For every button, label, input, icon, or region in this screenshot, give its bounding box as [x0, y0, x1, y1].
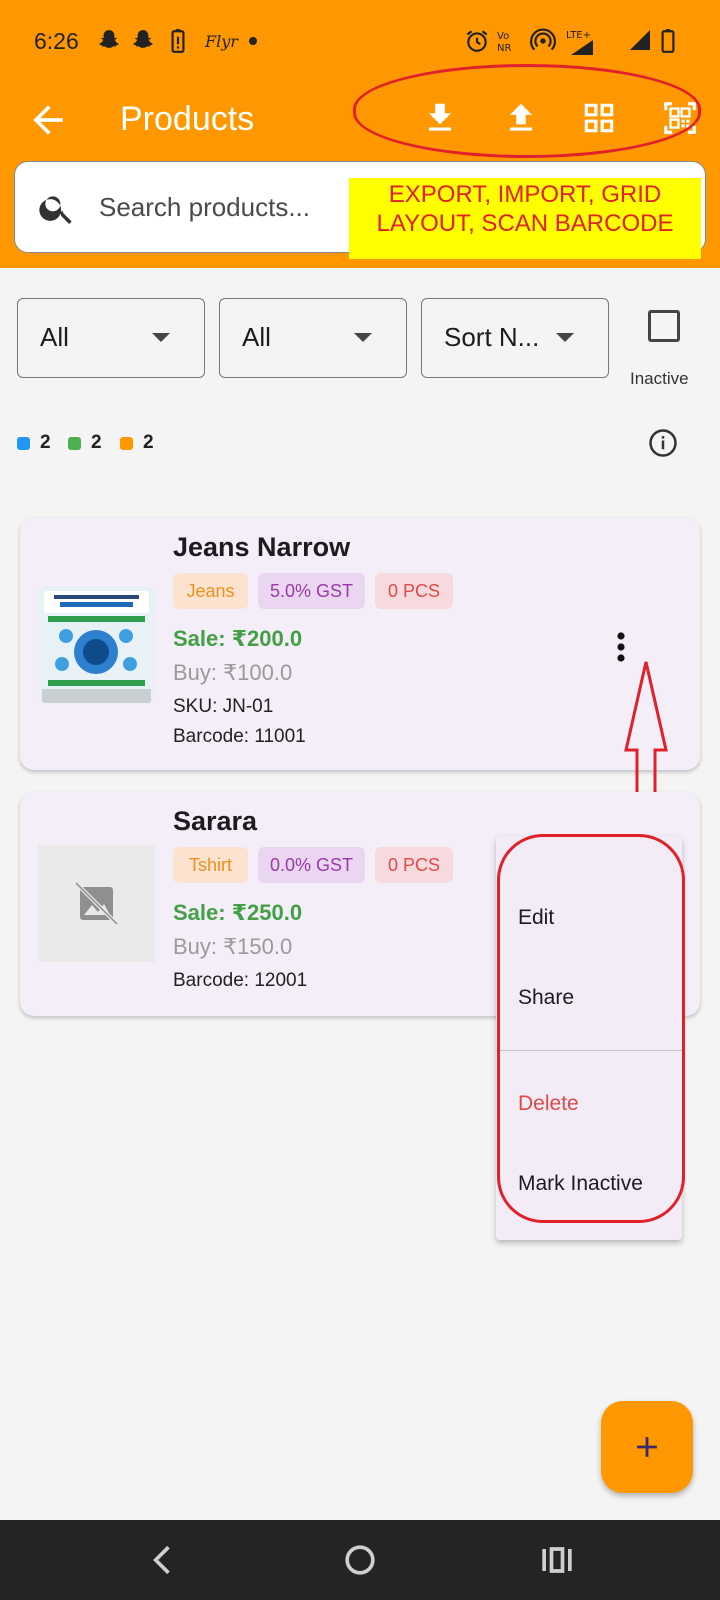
legend-swatch: [17, 436, 30, 450]
product-thumbnail-icon: [38, 586, 155, 703]
arrow-back-icon: [33, 105, 63, 135]
category-chip: Tshirt: [173, 847, 248, 883]
sort-dropdown[interactable]: Sort N...: [421, 298, 609, 378]
barcode-label: Barcode: 11001: [173, 726, 306, 747]
annotation-menu-outline: [497, 834, 685, 1223]
nav-recents-icon: [542, 1547, 572, 1573]
quantity-chip: 0 PCS: [375, 847, 453, 883]
annotation-label: EXPORT, IMPORT, GRID LAYOUT, SCAN BARCOD…: [349, 178, 701, 259]
broken-image-icon: [74, 881, 119, 926]
signal-icon: [630, 30, 650, 50]
product-image: [38, 586, 155, 703]
notification-dot: [249, 37, 257, 45]
legend-swatch: [68, 436, 81, 450]
inactive-label: Inactive: [630, 369, 689, 388]
legend-swatch: [120, 436, 133, 450]
legend-count: 2: [91, 432, 102, 453]
barcode-label: Barcode: 12001: [173, 970, 308, 991]
legend-item-orange: 2: [120, 432, 154, 454]
legend-count: 2: [40, 432, 51, 453]
tax-filter-dropdown[interactable]: All: [219, 298, 407, 378]
nav-home-button[interactable]: [338, 1538, 382, 1582]
gst-chip: 5.0% GST: [258, 573, 365, 609]
search-icon: [39, 196, 72, 224]
product-name: Sarara: [173, 806, 258, 836]
legend-item-blue: 2: [17, 432, 51, 454]
category-filter-value: All: [40, 322, 69, 352]
legend-count: 2: [143, 432, 154, 453]
annotation-toolbar-outline: [353, 64, 701, 158]
system-nav-bar: [0, 1520, 720, 1600]
product-image-placeholder: [38, 845, 155, 962]
dropdown-arrow-icon: [556, 333, 574, 342]
info-icon[interactable]: [648, 428, 678, 458]
tax-filter-value: All: [242, 322, 271, 352]
status-time: 6:26: [34, 28, 79, 54]
hotspot-icon: [530, 28, 556, 51]
battery-saver-icon: [171, 29, 185, 53]
add-icon: [637, 1437, 657, 1457]
gst-chip: 0.0% GST: [258, 847, 365, 883]
search-input[interactable]: [99, 182, 359, 232]
nav-back-button[interactable]: [141, 1538, 185, 1582]
dropdown-arrow-icon: [354, 333, 372, 342]
svg-text:Vo: Vo: [497, 31, 509, 42]
svg-text:LTE+: LTE+: [566, 30, 591, 41]
volte-icon: VoNR: [497, 31, 511, 54]
legend-item-green: 2: [68, 432, 102, 454]
nav-recents-button[interactable]: [535, 1538, 579, 1582]
lte-signal-icon: LTE+: [566, 30, 593, 55]
quantity-chip: 0 PCS: [375, 573, 453, 609]
svg-text:NR: NR: [497, 43, 511, 54]
page-title: Products: [120, 100, 255, 138]
inactive-checkbox[interactable]: [648, 310, 680, 342]
sale-price: Sale: ₹250.0: [173, 900, 303, 925]
product-card[interactable]: Jeans Narrow Jeans 5.0% GST 0 PCS Sale: …: [20, 518, 700, 770]
dropdown-arrow-icon: [152, 333, 170, 342]
category-chip: Jeans: [173, 573, 248, 609]
sale-price: Sale: ₹200.0: [173, 626, 303, 651]
product-name: Jeans Narrow: [173, 532, 351, 562]
buy-price: Buy: ₹150.0: [173, 934, 293, 959]
category-filter-dropdown[interactable]: All: [17, 298, 205, 378]
nav-back-icon: [153, 1545, 170, 1575]
back-button[interactable]: [26, 98, 70, 142]
alarm-icon: [466, 30, 488, 52]
snapchat-icon: [133, 30, 153, 48]
add-product-button[interactable]: [601, 1401, 693, 1493]
battery-icon: [661, 29, 675, 53]
carrier-label: Flyr: [205, 32, 238, 51]
sort-value: Sort N...: [444, 322, 540, 352]
nav-home-icon: [345, 1545, 375, 1575]
sku-label: SKU: JN-01: [173, 696, 274, 717]
buy-price: Buy: ₹100.0: [173, 660, 293, 685]
snapchat-icon: [99, 30, 119, 48]
